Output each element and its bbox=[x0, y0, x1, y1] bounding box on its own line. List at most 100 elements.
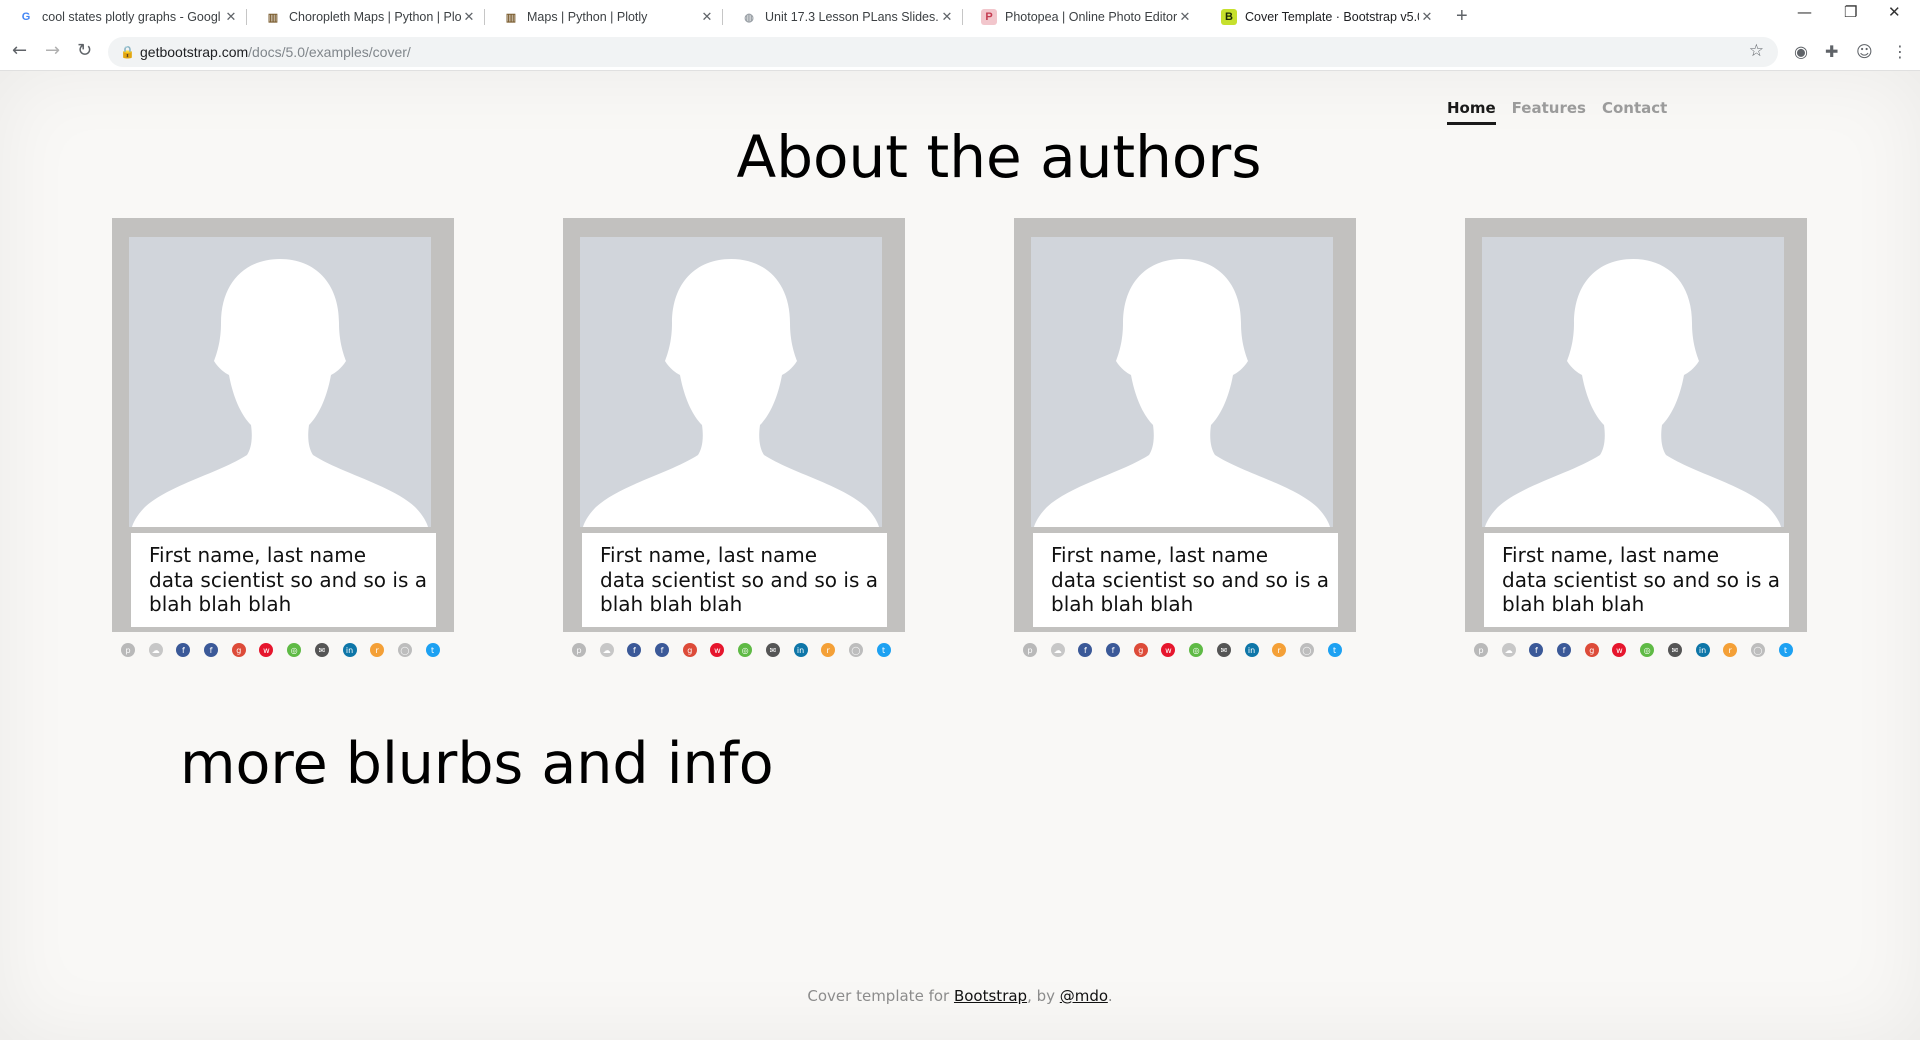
back-button[interactable]: ← bbox=[12, 40, 27, 61]
social-share-row: p ☁ f f g w ◎ ✉ in r ◯ t bbox=[563, 643, 905, 659]
pinterest-icon[interactable]: p bbox=[121, 643, 135, 657]
author-description-cont: blah blah blah bbox=[1051, 592, 1194, 616]
facebook-icon[interactable]: f bbox=[627, 643, 642, 657]
author-card: First name, last name data scientist so … bbox=[1465, 218, 1807, 632]
facebook-alt-icon[interactable]: f bbox=[655, 643, 670, 657]
weibo-icon[interactable]: w bbox=[1161, 643, 1176, 657]
browser-tab[interactable]: P Photopea | Online Photo Editor ✕ bbox=[963, 0, 1201, 34]
close-icon[interactable]: ✕ bbox=[223, 9, 239, 25]
weibo-icon[interactable]: w bbox=[259, 643, 274, 657]
author-description: data scientist so and so is a bbox=[1051, 567, 1329, 592]
cloud-icon[interactable]: ☁ bbox=[148, 643, 163, 657]
globe-icon: ◍ bbox=[744, 11, 754, 24]
forward-button[interactable]: → bbox=[45, 40, 60, 61]
wechat-icon[interactable]: ◎ bbox=[1640, 643, 1655, 657]
address-bar[interactable]: 🔒 getbootstrap.com /docs/5.0/examples/co… bbox=[108, 37, 1778, 67]
nav-home[interactable]: Home bbox=[1447, 99, 1496, 125]
close-icon[interactable]: ✕ bbox=[939, 9, 955, 25]
browser-tab-active[interactable]: B Cover Template · Bootstrap v5.0 ✕ bbox=[1203, 0, 1443, 34]
author-photo-placeholder bbox=[129, 237, 431, 527]
close-icon[interactable]: ✕ bbox=[1177, 9, 1193, 25]
rss-icon[interactable]: r bbox=[1723, 643, 1738, 657]
linkedin-icon[interactable]: in bbox=[793, 643, 808, 657]
nav-contact[interactable]: Contact bbox=[1602, 99, 1667, 125]
email-icon[interactable]: ✉ bbox=[1667, 643, 1682, 657]
url-path: /docs/5.0/examples/cover/ bbox=[248, 44, 411, 60]
author-description-cont: blah blah blah bbox=[1502, 592, 1645, 616]
close-icon[interactable]: ✕ bbox=[461, 9, 477, 25]
close-icon[interactable]: ✕ bbox=[1419, 9, 1435, 25]
facebook-icon[interactable]: f bbox=[1529, 643, 1544, 657]
facebook-alt-icon[interactable]: f bbox=[1557, 643, 1572, 657]
puzzle-icon[interactable]: ✚ bbox=[1825, 42, 1838, 61]
email-icon[interactable]: ✉ bbox=[765, 643, 780, 657]
rss-icon[interactable]: r bbox=[1272, 643, 1287, 657]
rss-icon[interactable]: r bbox=[821, 643, 836, 657]
cloud-icon[interactable]: ☁ bbox=[599, 643, 614, 657]
github-icon[interactable]: ◯ bbox=[1299, 643, 1314, 657]
twitter-icon[interactable]: t bbox=[425, 643, 440, 657]
profile-avatar[interactable]: ☺ bbox=[1856, 42, 1873, 61]
browser-tab[interactable]: ▥ Choropleth Maps | Python | Plotl ✕ bbox=[247, 0, 485, 34]
cloud-icon[interactable]: ☁ bbox=[1501, 643, 1516, 657]
linkedin-icon[interactable]: in bbox=[342, 643, 357, 657]
nav-features[interactable]: Features bbox=[1512, 99, 1586, 125]
wechat-icon[interactable]: ◎ bbox=[1189, 643, 1204, 657]
facebook-icon[interactable]: f bbox=[1078, 643, 1093, 657]
cloud-icon[interactable]: ☁ bbox=[1050, 643, 1065, 657]
pinterest-icon[interactable]: p bbox=[572, 643, 586, 657]
google-plus-icon[interactable]: g bbox=[231, 643, 246, 657]
restore-button[interactable]: ❐ bbox=[1844, 3, 1857, 21]
author-caption: First name, last name data scientist so … bbox=[582, 533, 887, 627]
weibo-icon[interactable]: w bbox=[1612, 643, 1627, 657]
twitter-icon[interactable]: t bbox=[1778, 643, 1793, 657]
blurb-heading: more blurbs and info bbox=[180, 731, 774, 797]
browser-tab[interactable]: G cool states plotly graphs - Googl ✕ bbox=[0, 0, 247, 34]
google-plus-icon[interactable]: g bbox=[1133, 643, 1148, 657]
close-window-button[interactable]: ✕ bbox=[1888, 3, 1901, 21]
email-icon[interactable]: ✉ bbox=[1216, 643, 1231, 657]
google-plus-icon[interactable]: g bbox=[682, 643, 697, 657]
browser-tab[interactable]: ▥ Maps | Python | Plotly ✕ bbox=[485, 0, 723, 34]
tab-title: Photopea | Online Photo Editor bbox=[1005, 10, 1177, 24]
person-silhouette-icon bbox=[583, 259, 879, 527]
bookmark-star-icon[interactable]: ☆ bbox=[1749, 41, 1764, 61]
twitter-icon[interactable]: t bbox=[876, 643, 891, 657]
twitter-icon[interactable]: t bbox=[1327, 643, 1342, 657]
email-icon[interactable]: ✉ bbox=[314, 643, 329, 657]
extension-icon[interactable]: ◉ bbox=[1794, 42, 1808, 61]
wechat-icon[interactable]: ◎ bbox=[287, 643, 302, 657]
github-icon[interactable]: ◯ bbox=[848, 643, 863, 657]
facebook-alt-icon[interactable]: f bbox=[204, 643, 219, 657]
cover-page: Home Features Contact About the authors … bbox=[0, 71, 1920, 1040]
linkedin-icon[interactable]: in bbox=[1695, 643, 1710, 657]
github-icon[interactable]: ◯ bbox=[397, 643, 412, 657]
reload-button[interactable]: ↻ bbox=[77, 40, 92, 61]
footer-bootstrap-link[interactable]: Bootstrap bbox=[954, 987, 1027, 1005]
pinterest-icon[interactable]: p bbox=[1474, 643, 1488, 657]
person-silhouette-icon bbox=[1485, 259, 1781, 527]
github-icon[interactable]: ◯ bbox=[1750, 643, 1765, 657]
close-icon[interactable]: ✕ bbox=[699, 9, 715, 25]
author-photo-placeholder bbox=[1482, 237, 1784, 527]
weibo-icon[interactable]: w bbox=[710, 643, 725, 657]
new-tab-button[interactable]: + bbox=[1456, 5, 1468, 28]
google-plus-icon[interactable]: g bbox=[1584, 643, 1599, 657]
page-heading: About the authors bbox=[0, 123, 1920, 191]
author-name: First name, last name bbox=[149, 543, 367, 567]
browser-toolbar: ← → ↻ 🔒 getbootstrap.com /docs/5.0/examp… bbox=[0, 34, 1920, 71]
author-description-cont: blah blah blah bbox=[600, 592, 743, 616]
rss-icon[interactable]: r bbox=[370, 643, 385, 657]
linkedin-icon[interactable]: in bbox=[1244, 643, 1259, 657]
wechat-icon[interactable]: ◎ bbox=[738, 643, 753, 657]
facebook-icon[interactable]: f bbox=[176, 643, 191, 657]
google-icon: G bbox=[21, 11, 31, 23]
facebook-alt-icon[interactable]: f bbox=[1106, 643, 1121, 657]
browser-tab[interactable]: ◍ Unit 17.3 Lesson PLans Slides.pdf ✕ bbox=[723, 0, 963, 34]
url-host: getbootstrap.com bbox=[140, 44, 249, 60]
minimize-button[interactable]: — bbox=[1797, 3, 1812, 21]
pinterest-icon[interactable]: p bbox=[1023, 643, 1037, 657]
menu-icon[interactable]: ⋮ bbox=[1892, 42, 1908, 61]
footer-prefix: Cover template for bbox=[807, 987, 954, 1005]
footer-mdo-link[interactable]: @mdo bbox=[1060, 987, 1108, 1005]
